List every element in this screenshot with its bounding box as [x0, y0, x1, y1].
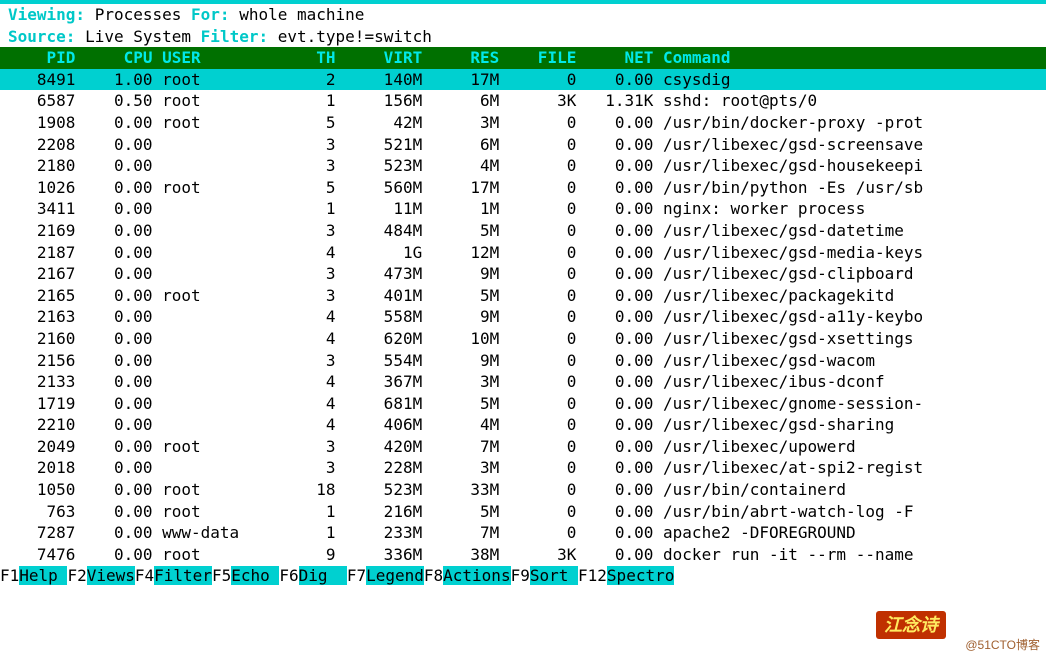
- fkey-f8: F8: [424, 566, 443, 585]
- table-row[interactable]: 1026 0.00 root 5 560M 17M 0 0.00 /usr/bi…: [0, 177, 1046, 199]
- fkey-f9: F9: [511, 566, 530, 585]
- fkey-f1: F1: [0, 566, 19, 585]
- info-line-viewing: Viewing: Processes For: whole machine: [0, 4, 1046, 26]
- table-row[interactable]: 8491 1.00 root 2 140M 17M 0 0.00 csysdig: [0, 69, 1046, 91]
- fkey-f7: F7: [347, 566, 366, 585]
- table-header[interactable]: PID CPU USER TH VIRT RES FILE NET Comman…: [0, 47, 1046, 69]
- info-line-source: Source: Live System Filter: evt.type!=sw…: [0, 26, 1046, 48]
- fkey-label-f5[interactable]: Echo: [231, 566, 279, 585]
- for-value: whole machine: [230, 5, 365, 24]
- source-value: Live System: [75, 27, 200, 46]
- table-row[interactable]: 6587 0.50 root 1 156M 6M 3K 1.31K sshd: …: [0, 90, 1046, 112]
- table-row[interactable]: 7287 0.00 www-data 1 233M 7M 0 0.00 apac…: [0, 522, 1046, 544]
- fkey-f2: F2: [67, 566, 86, 585]
- table-row[interactable]: 1908 0.00 root 5 42M 3M 0 0.00 /usr/bin/…: [0, 112, 1046, 134]
- table-row[interactable]: 2167 0.00 3 473M 9M 0 0.00 /usr/libexec/…: [0, 263, 1046, 285]
- fkey-label-f7[interactable]: Legend: [366, 566, 424, 585]
- table-row[interactable]: 2163 0.00 4 558M 9M 0 0.00 /usr/libexec/…: [0, 306, 1046, 328]
- fkey-label-f2[interactable]: Views: [87, 566, 135, 585]
- fkey-f4: F4: [135, 566, 154, 585]
- table-row[interactable]: 2133 0.00 4 367M 3M 0 0.00 /usr/libexec/…: [0, 371, 1046, 393]
- source-label: Source:: [8, 27, 75, 46]
- fkey-f12: F12: [578, 566, 607, 585]
- viewing-label: Viewing:: [8, 5, 85, 24]
- fkey-f6: F6: [279, 566, 298, 585]
- terminal-screen: { "info1": { "label_viewing": "Viewing:"…: [0, 0, 1046, 657]
- table-row[interactable]: 2160 0.00 4 620M 10M 0 0.00 /usr/libexec…: [0, 328, 1046, 350]
- table-row[interactable]: 763 0.00 root 1 216M 5M 0 0.00 /usr/bin/…: [0, 501, 1046, 523]
- fkey-label-f4[interactable]: Filter: [154, 566, 212, 585]
- watermark-badge: 江念诗: [876, 611, 946, 639]
- table-row[interactable]: 2180 0.00 3 523M 4M 0 0.00 /usr/libexec/…: [0, 155, 1046, 177]
- table-row[interactable]: 2210 0.00 4 406M 4M 0 0.00 /usr/libexec/…: [0, 414, 1046, 436]
- fkey-label-f1[interactable]: Help: [19, 566, 67, 585]
- table-row[interactable]: 2208 0.00 3 521M 6M 0 0.00 /usr/libexec/…: [0, 134, 1046, 156]
- function-key-bar: F1Help F2ViewsF4FilterF5Echo F6Dig F7Leg…: [0, 565, 1046, 587]
- table-row[interactable]: 2049 0.00 root 3 420M 7M 0 0.00 /usr/lib…: [0, 436, 1046, 458]
- table-row[interactable]: 2169 0.00 3 484M 5M 0 0.00 /usr/libexec/…: [0, 220, 1046, 242]
- table-row[interactable]: 2018 0.00 3 228M 3M 0 0.00 /usr/libexec/…: [0, 457, 1046, 479]
- fkey-label-f8[interactable]: Actions: [443, 566, 510, 585]
- fkey-f5: F5: [212, 566, 231, 585]
- process-table-body[interactable]: 8491 1.00 root 2 140M 17M 0 0.00 csysdig…: [0, 69, 1046, 566]
- watermark-text: @51CTO博客: [965, 637, 1040, 653]
- fkey-label-f9[interactable]: Sort: [530, 566, 578, 585]
- table-row[interactable]: 7476 0.00 root 9 336M 38M 3K 0.00 docker…: [0, 544, 1046, 566]
- table-row[interactable]: 2156 0.00 3 554M 9M 0 0.00 /usr/libexec/…: [0, 350, 1046, 372]
- viewing-value: Processes: [85, 5, 191, 24]
- fkey-label-f6[interactable]: Dig: [299, 566, 347, 585]
- for-label: For:: [191, 5, 230, 24]
- table-row[interactable]: 3411 0.00 1 11M 1M 0 0.00 nginx: worker …: [0, 198, 1046, 220]
- table-row[interactable]: 1719 0.00 4 681M 5M 0 0.00 /usr/libexec/…: [0, 393, 1046, 415]
- table-row[interactable]: 2187 0.00 4 1G 12M 0 0.00 /usr/libexec/g…: [0, 242, 1046, 264]
- table-row[interactable]: 1050 0.00 root 18 523M 33M 0 0.00 /usr/b…: [0, 479, 1046, 501]
- fkey-label-f12[interactable]: Spectro: [607, 566, 674, 585]
- filter-value: evt.type!=switch: [268, 27, 432, 46]
- filter-label: Filter:: [201, 27, 268, 46]
- table-row[interactable]: 2165 0.00 root 3 401M 5M 0 0.00 /usr/lib…: [0, 285, 1046, 307]
